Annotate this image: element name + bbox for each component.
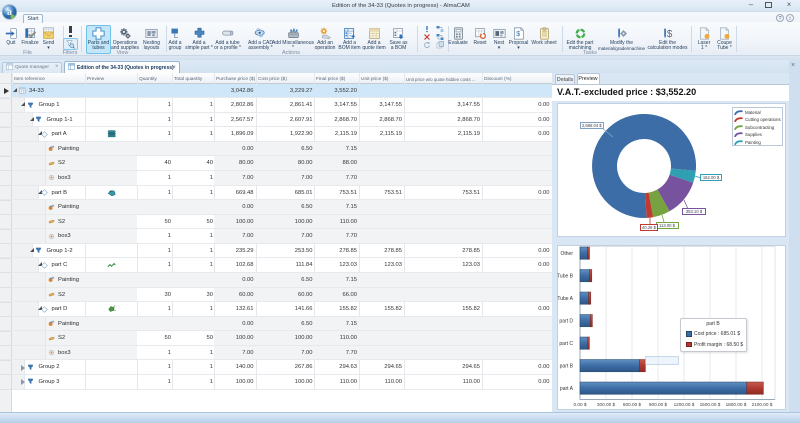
svg-text:$: $ [516, 29, 520, 38]
svg-text:1200.00 $: 1200.00 $ [674, 402, 695, 407]
svg-text:2100.00 $: 2100.00 $ [752, 402, 773, 407]
svg-text:Tube A: Tube A [557, 296, 573, 302]
svg-text:part D: part D [559, 319, 573, 325]
svg-text:1500.00 $: 1500.00 $ [700, 402, 721, 407]
svg-text:0.00 $: 0.00 $ [573, 402, 586, 407]
svg-text:300.00 $: 300.00 $ [597, 402, 616, 407]
svg-text:part C: part C [559, 341, 573, 347]
svg-text:Tube B: Tube B [557, 274, 574, 280]
svg-text:1800.00 $: 1800.00 $ [726, 402, 747, 407]
svg-text:part A: part A [560, 386, 574, 392]
svg-text:900.00 $: 900.00 $ [649, 402, 668, 407]
svg-text:Other: Other [560, 251, 573, 257]
svg-text:$: $ [667, 29, 673, 40]
svg-text:part B: part B [560, 364, 574, 370]
svg-text:600.00 $: 600.00 $ [623, 402, 642, 407]
